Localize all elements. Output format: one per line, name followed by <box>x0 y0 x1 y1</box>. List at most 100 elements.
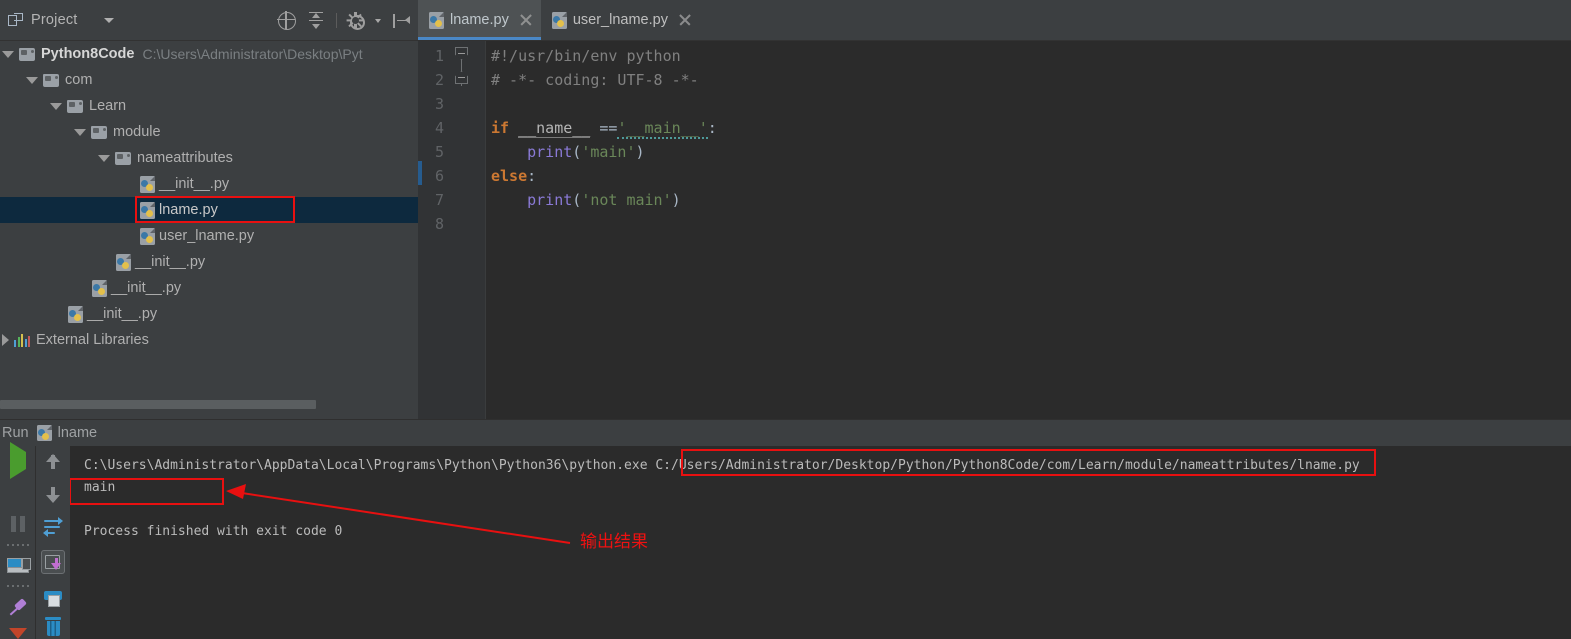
tree-item-label: __init__.py <box>135 254 205 270</box>
tree-indent-spacer <box>122 210 135 211</box>
toolbar-divider <box>336 13 337 28</box>
scroll-down-icon[interactable] <box>43 484 63 504</box>
console-icon[interactable] <box>7 558 29 573</box>
tree-row[interactable]: lname.py <box>0 197 418 223</box>
tree-item-label: __init__.py <box>87 306 157 322</box>
console-script-path[interactable]: C:/Users/Administrator/Desktop/Python/Py… <box>655 458 1359 473</box>
tree-item-label: __init__.py <box>111 280 181 296</box>
tree-row[interactable]: module <box>0 119 418 145</box>
trash-icon[interactable] <box>44 617 62 636</box>
python-file-icon <box>37 425 52 441</box>
console-blank-line <box>84 499 1571 521</box>
tree-item-label: External Libraries <box>36 332 149 348</box>
folder-icon <box>43 74 59 87</box>
line-number: 2 <box>435 68 444 92</box>
code-token <box>491 191 527 209</box>
tree-item-label: lname.py <box>159 202 218 218</box>
editor-tab[interactable]: lname.py <box>418 0 541 40</box>
project-tool-window: Project Python8CodeC:\Users\Administrato… <box>0 0 418 419</box>
hide-panel-icon[interactable] <box>392 12 410 30</box>
run-icon[interactable] <box>10 442 26 479</box>
close-icon[interactable] <box>520 14 532 26</box>
tree-indent-spacer <box>50 314 63 315</box>
code-line[interactable]: else: <box>485 164 1571 188</box>
code-token: ) <box>672 191 681 209</box>
code-line[interactable]: print('main') <box>485 140 1571 164</box>
tree-item-label: Learn <box>89 98 126 114</box>
code-token: print <box>527 143 572 161</box>
locate-icon[interactable] <box>278 12 296 30</box>
chevron-down-icon[interactable] <box>26 77 38 84</box>
tree-item-label: module <box>113 124 161 140</box>
pin-icon[interactable] <box>8 599 28 616</box>
project-tree[interactable]: Python8CodeC:\Users\Administrator\Deskto… <box>0 41 418 395</box>
tree-row[interactable]: com <box>0 67 418 93</box>
settings-chevron-down-icon[interactable] <box>375 19 381 23</box>
code-token: ) <box>636 143 645 161</box>
tree-row[interactable]: user_lname.py <box>0 223 418 249</box>
chevron-down-icon[interactable] <box>2 51 14 58</box>
tree-row[interactable]: __init__.py <box>0 171 418 197</box>
chevron-down-icon[interactable] <box>98 155 110 162</box>
code-line[interactable]: if __name__ =='__main__': <box>485 116 1571 140</box>
line-number: 1 <box>435 44 444 68</box>
python-file-icon <box>552 12 567 29</box>
run-configuration-name: lname <box>58 425 98 441</box>
run-panel-body: C:\Users\Administrator\AppData\Local\Pro… <box>0 446 1571 639</box>
python-file-icon <box>116 254 131 271</box>
chevron-down-icon[interactable] <box>74 129 86 136</box>
tree-row[interactable]: Python8CodeC:\Users\Administrator\Deskto… <box>0 41 418 67</box>
console-output[interactable]: C:\Users\Administrator\AppData\Local\Pro… <box>70 446 1571 639</box>
tree-item-label: __init__.py <box>159 176 229 192</box>
code-line[interactable]: # -*- coding: UTF-8 -*- <box>485 68 1571 92</box>
line-number: 8 <box>435 212 444 236</box>
code-token <box>509 119 518 137</box>
code-token: __name__ <box>518 119 590 138</box>
scrollbar-thumb[interactable] <box>0 400 316 409</box>
code-fold-icon[interactable] <box>455 71 468 84</box>
collapse-all-icon[interactable] <box>307 12 325 30</box>
tree-row[interactable]: __init__.py <box>0 249 418 275</box>
code-token: print <box>527 191 572 209</box>
line-number: 7 <box>435 188 444 212</box>
run-toolbar-primary <box>0 446 35 639</box>
console-output-line: main <box>84 477 1571 499</box>
code-line[interactable]: #!/usr/bin/env python <box>485 44 1571 68</box>
project-panel-toolbar <box>278 0 410 41</box>
tree-row[interactable]: Learn <box>0 93 418 119</box>
code-line[interactable]: print('not main') <box>485 188 1571 212</box>
code-token: : <box>527 167 536 185</box>
toolbar-separator <box>7 585 29 587</box>
editor-tab[interactable]: user_lname.py <box>541 0 700 40</box>
line-number: 5 <box>435 140 444 164</box>
code-editor[interactable]: 12345678 #!/usr/bin/env python# -*- codi… <box>418 41 1571 419</box>
tree-row[interactable]: __init__.py <box>0 275 418 301</box>
code-fold-icon[interactable] <box>455 47 468 60</box>
code-line[interactable] <box>485 212 1571 236</box>
scroll-to-end-icon[interactable] <box>41 550 65 574</box>
soft-wrap-icon[interactable] <box>42 516 64 538</box>
settings-gear-icon[interactable] <box>348 13 363 28</box>
editor-area: lname.pyuser_lname.py 12345678 #!/usr/bi… <box>418 0 1571 419</box>
chevron-down-icon[interactable] <box>50 103 62 110</box>
chevron-right-icon[interactable] <box>2 334 9 346</box>
code-content[interactable]: #!/usr/bin/env python# -*- coding: UTF-8… <box>485 41 1571 419</box>
chevron-down-icon[interactable] <box>9 628 27 639</box>
tree-row[interactable]: nameattributes <box>0 145 418 171</box>
code-line[interactable] <box>485 92 1571 116</box>
close-icon[interactable] <box>679 14 691 26</box>
project-horizontal-scrollbar[interactable] <box>0 399 418 410</box>
chevron-down-icon[interactable] <box>104 18 114 23</box>
line-number: 3 <box>435 92 444 116</box>
run-panel-header: Run lname <box>0 420 1571 446</box>
run-tool-window: Run lname <box>0 419 1571 639</box>
tree-row[interactable]: External Libraries <box>0 327 418 353</box>
editor-gutter[interactable]: 12345678 <box>418 41 485 419</box>
code-token: : <box>708 119 717 137</box>
pause-icon[interactable] <box>7 513 29 532</box>
tree-row[interactable]: __init__.py <box>0 301 418 327</box>
code-token: 'not main' <box>581 191 671 209</box>
scroll-up-icon[interactable] <box>43 452 63 472</box>
print-icon[interactable] <box>43 586 63 605</box>
tree-item-label: nameattributes <box>137 150 233 166</box>
